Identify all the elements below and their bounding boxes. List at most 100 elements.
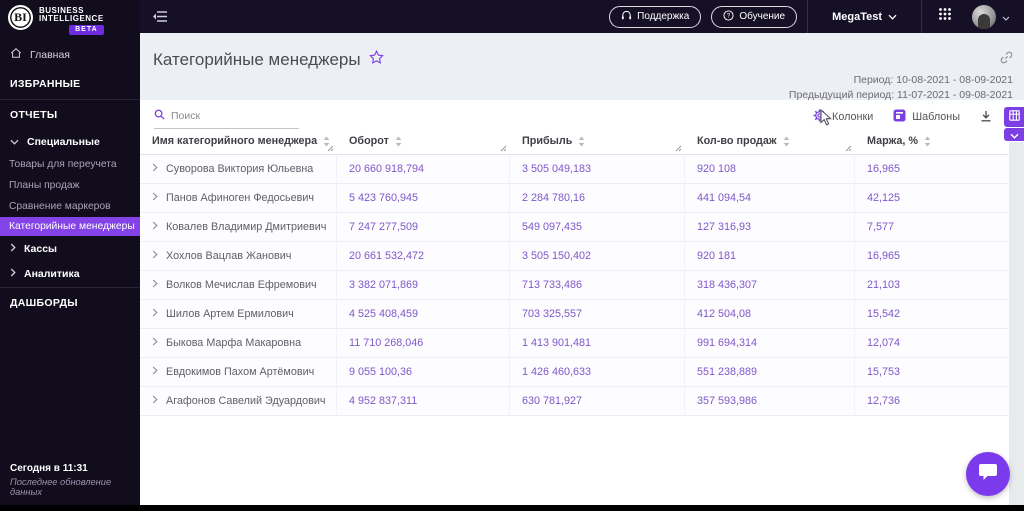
column-resize-handle[interactable] xyxy=(675,145,682,152)
row-expand-icon[interactable] xyxy=(152,221,158,233)
column-header-name[interactable]: Имя категорийного менеджера xyxy=(140,128,337,154)
margin-value: 21,103 xyxy=(867,279,901,291)
profit-value: 2 284 780,16 xyxy=(510,184,685,212)
table-row[interactable]: Евдокимов Пахом Артёмович 9 055 100,36 1… xyxy=(140,358,1009,387)
sales-value: 318 436,307 xyxy=(685,271,855,299)
current-period: Период: 10-08-2021 - 08-09-2021 xyxy=(853,74,1013,86)
sidebar: BI BUSINESS INTELLIGENCE BETA Главная ИЗ… xyxy=(0,0,140,505)
manager-name: Хохлов Вацлав Жанович xyxy=(166,250,292,262)
apps-grid-icon xyxy=(938,7,952,26)
bi-logo: BI xyxy=(8,5,33,30)
sort-icon[interactable] xyxy=(924,136,931,147)
workspace-dropdown[interactable]: MegaTest xyxy=(808,0,921,33)
sidebar-item-sales-plans[interactable]: Планы продаж xyxy=(0,175,140,196)
avatar[interactable] xyxy=(972,4,996,29)
star-icon[interactable] xyxy=(368,49,384,70)
chevron-down-icon xyxy=(1009,126,1019,144)
chat-button[interactable] xyxy=(966,452,1010,496)
search-input[interactable] xyxy=(171,110,299,122)
search-field[interactable] xyxy=(154,107,299,129)
margin-value: 7,577 xyxy=(867,221,895,233)
column-resize-handle[interactable] xyxy=(500,145,507,152)
row-expand-icon[interactable] xyxy=(152,366,158,378)
sidebar-group-label: Аналитика xyxy=(24,268,80,280)
sidebar-section-reports[interactable]: ОТЧЕТЫ xyxy=(0,101,140,129)
column-header-sales[interactable]: Кол-во продаж xyxy=(685,128,855,154)
column-header-profit[interactable]: Прибыль xyxy=(510,128,685,154)
row-expand-icon[interactable] xyxy=(152,279,158,291)
last-update-time: Сегодня в 11:31 xyxy=(10,463,88,474)
table-header-row: Имя категорийного менеджера Оборот Прибы… xyxy=(140,128,1009,155)
gear-icon xyxy=(813,109,826,125)
table-row[interactable]: Суворова Виктория Юльевна 20 660 918,794… xyxy=(140,155,1009,184)
sidebar-group-special[interactable]: Специальные xyxy=(0,129,140,154)
support-label: Поддержка xyxy=(637,11,690,22)
row-expand-icon[interactable] xyxy=(152,395,158,407)
sidebar-item-category-managers[interactable]: Категорийные менеджеры xyxy=(0,217,140,236)
sales-value: 441 094,54 xyxy=(685,184,855,212)
sidebar-toggle-button[interactable] xyxy=(153,10,168,23)
support-button[interactable]: Поддержка xyxy=(609,5,702,28)
apps-grid-button[interactable] xyxy=(922,0,968,33)
table-row[interactable]: Шилов Артем Ермилович 4 525 408,459 703 … xyxy=(140,300,1009,329)
headset-icon xyxy=(621,10,632,24)
home-icon xyxy=(10,47,22,62)
turnover-value: 4 952 837,311 xyxy=(337,387,510,415)
panel-collapse-button[interactable] xyxy=(1004,128,1024,141)
row-expand-icon[interactable] xyxy=(152,337,158,349)
row-expand-icon[interactable] xyxy=(152,163,158,175)
margin-value: 12,736 xyxy=(867,395,901,407)
sales-value: 991 694,314 xyxy=(685,329,855,357)
turnover-value: 20 661 532,472 xyxy=(337,242,510,270)
column-label: Имя категорийного менеджера xyxy=(152,135,318,147)
sidebar-item-revaluation[interactable]: Товары для переучета xyxy=(0,154,140,175)
download-button[interactable] xyxy=(980,110,992,125)
manager-name: Быкова Марфа Макаровна xyxy=(166,337,302,349)
scrollbar-track[interactable] xyxy=(1009,142,1024,505)
margin-value: 16,965 xyxy=(867,163,901,175)
sidebar-group-cash[interactable]: Кассы xyxy=(0,236,140,261)
table-row[interactable]: Хохлов Вацлав Жанович 20 661 532,472 3 5… xyxy=(140,242,1009,271)
templates-button[interactable]: Шаблоны xyxy=(893,109,960,125)
manager-name: Волков Мечислав Ефремович xyxy=(166,279,317,291)
link-icon[interactable] xyxy=(1000,51,1013,69)
column-resize-handle[interactable] xyxy=(845,145,852,152)
top-bar: Поддержка ? Обучение MegaTest xyxy=(140,0,1024,33)
column-resize-handle[interactable] xyxy=(327,145,334,152)
profit-value: 703 325,557 xyxy=(510,300,685,328)
table-row[interactable]: Агафонов Савелий Эдуардович 4 952 837,31… xyxy=(140,387,1009,416)
main-content: Категорийные менеджеры Период: 10-08-202… xyxy=(140,33,1024,505)
column-header-margin[interactable]: Маржа, % xyxy=(855,128,1009,154)
sort-icon[interactable] xyxy=(578,136,585,147)
table-row[interactable]: Волков Мечислав Ефремович 3 382 071,869 … xyxy=(140,271,1009,300)
table-row[interactable]: Панов Афиноген Федосьевич 5 423 760,945 … xyxy=(140,184,1009,213)
training-button[interactable]: ? Обучение xyxy=(711,5,798,28)
sidebar-group-analytics[interactable]: Аналитика xyxy=(0,261,140,286)
training-label: Обучение xyxy=(739,11,786,22)
manager-name: Шилов Артем Ермилович xyxy=(166,308,294,320)
sort-icon[interactable] xyxy=(395,136,402,147)
sidebar-item-marker-compare[interactable]: Сравнение маркеров xyxy=(0,196,140,217)
divider xyxy=(0,287,140,288)
row-expand-icon[interactable] xyxy=(152,308,158,320)
column-header-turnover[interactable]: Оборот xyxy=(337,128,510,154)
user-menu[interactable] xyxy=(968,0,1024,33)
page-title: Категорийные менеджеры xyxy=(153,50,361,69)
sort-icon[interactable] xyxy=(783,136,790,147)
turnover-value: 11 710 268,046 xyxy=(337,329,510,357)
profit-value: 630 781,927 xyxy=(510,387,685,415)
row-expand-icon[interactable] xyxy=(152,192,158,204)
sidebar-section-favorites[interactable]: ИЗБРАННЫЕ xyxy=(0,70,140,98)
sidebar-section-dashboards[interactable]: ДАШБОРДЫ xyxy=(0,289,140,317)
columns-button[interactable]: Колонки xyxy=(813,109,873,125)
margin-value: 12,074 xyxy=(867,337,901,349)
table-row[interactable]: Быкова Марфа Макаровна 11 710 268,046 1 … xyxy=(140,329,1009,358)
table-view-button[interactable] xyxy=(1004,107,1024,127)
table-export-icon xyxy=(1008,108,1020,126)
table-row[interactable]: Ковалев Владимир Дмитриевич 7 247 277,50… xyxy=(140,213,1009,242)
app-logo[interactable]: BI BUSINESS INTELLIGENCE BETA xyxy=(0,0,140,38)
sidebar-item-home[interactable]: Главная xyxy=(0,38,140,70)
column-label: Прибыль xyxy=(522,135,573,147)
row-expand-icon[interactable] xyxy=(152,250,158,262)
profit-value: 3 505 049,183 xyxy=(510,155,685,183)
